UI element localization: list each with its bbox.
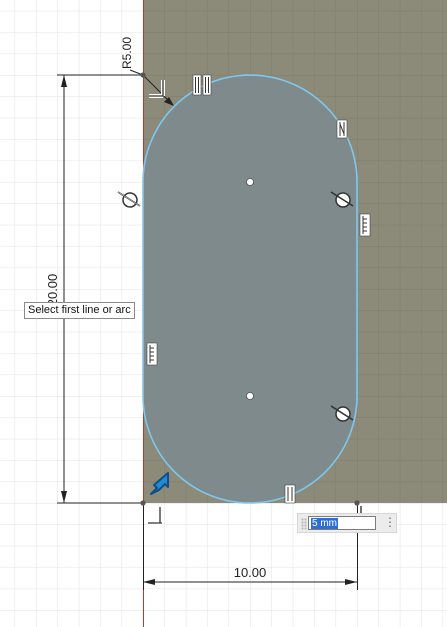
tooltip: Select first line or arc [24,302,135,319]
radius-dimension-label: R5.00 [120,37,134,69]
drag-handle-icon[interactable] [301,518,307,530]
endpoint-bottom-right[interactable] [354,500,360,506]
dimension-input-panel: 5 mm ⋮ [297,513,397,533]
equal-constraint-icon[interactable] [359,213,371,237]
slot-profile[interactable] [142,74,358,504]
parallel-constraint-icon[interactable] [284,484,296,504]
more-vertical-icon[interactable]: ⋮ [384,515,396,529]
endpoint-top-left[interactable] [140,72,146,78]
endpoint-bottom-left[interactable] [140,500,146,506]
equal-constraint-icon[interactable] [146,342,158,366]
parallel-constraint-icon[interactable] [336,119,348,139]
width-dimension-label: 10.00 [234,565,267,580]
arc-center-bottom[interactable] [246,392,254,400]
selected-value-text: 5 mm [311,518,338,529]
arc-center-top[interactable] [246,178,254,186]
dimension-value-input[interactable]: 5 mm [308,516,376,530]
